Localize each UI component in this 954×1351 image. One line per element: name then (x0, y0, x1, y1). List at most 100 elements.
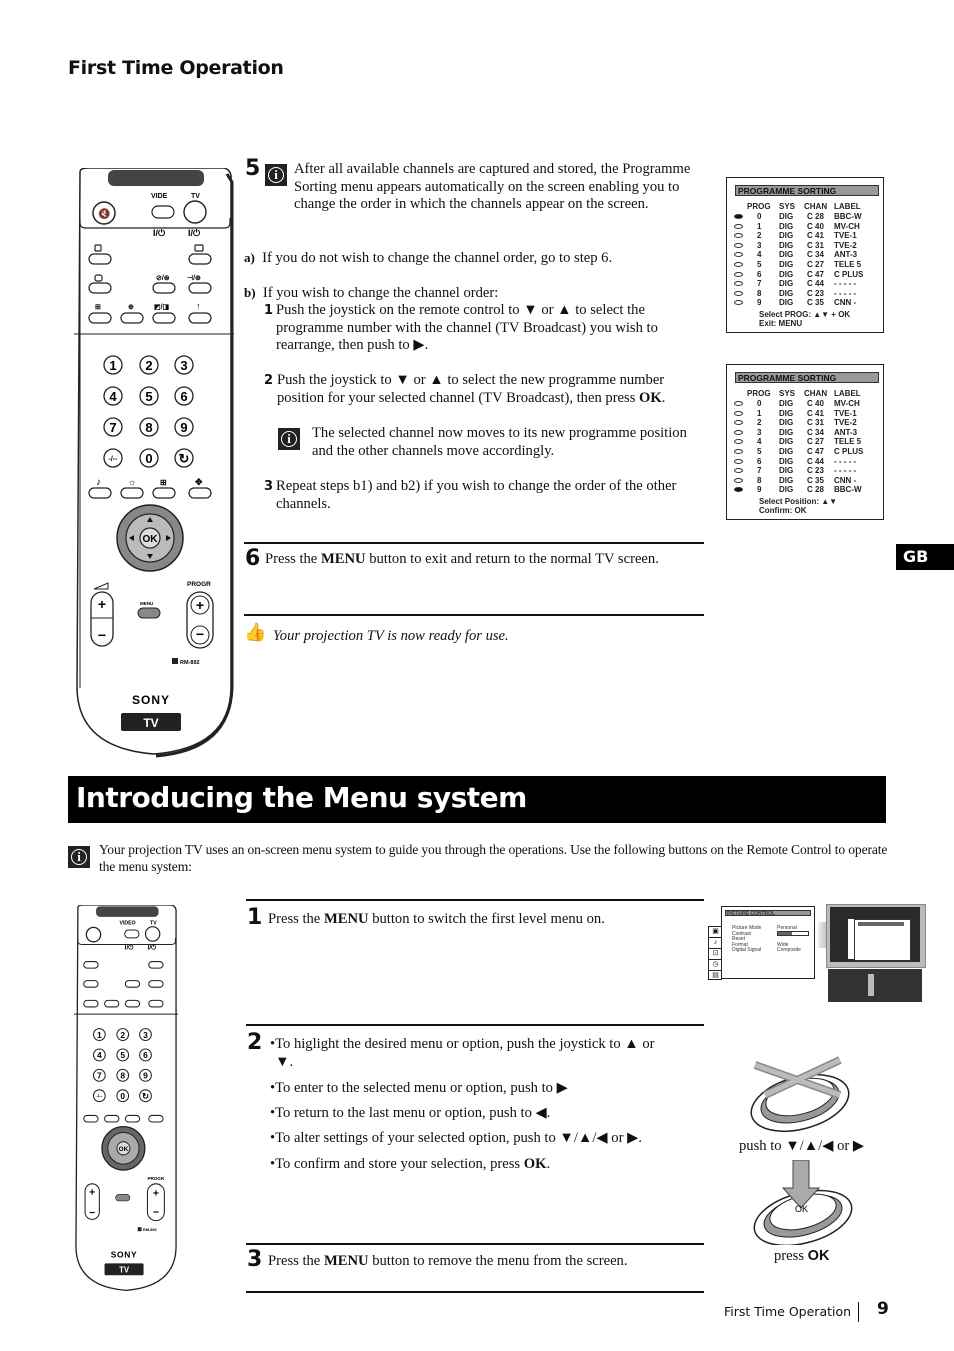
osd-channel-row: 2 DIG C 31 TVE-2 (727, 418, 883, 428)
svg-text:+: + (196, 597, 204, 613)
osd-cell: DIG (779, 447, 794, 456)
tv-label: TV (191, 193, 200, 200)
menu-icon-column: ▣ ♪ ⊡ ◷ ▤ (708, 926, 722, 980)
thumbs-up-icon: 👍 (244, 622, 267, 642)
svg-text:OK: OK (143, 534, 159, 545)
osd-cell: DIG (779, 418, 794, 428)
selection-indicator-icon (734, 252, 743, 258)
svg-text:I/⏻: I/⏻ (147, 944, 157, 952)
osd-cell: 5 (757, 260, 762, 269)
page-number: 9 (877, 1299, 889, 1319)
svg-text:OK: OK (795, 1204, 808, 1214)
osd-channel-row: 1 DIG C 41 TVE-1 (727, 409, 883, 419)
osd-cell: C 40 (807, 221, 824, 231)
svg-text:9: 9 (180, 420, 187, 435)
osd-footer: Select Position: ▲▼ Confirm: OK (759, 497, 838, 515)
osd-cell: DIG (779, 475, 794, 485)
osd-cell: 9 (757, 485, 762, 495)
svg-text:1: 1 (109, 358, 116, 373)
selection-indicator-icon (734, 300, 743, 306)
svg-text:RM-892: RM-892 (180, 660, 200, 666)
osd-cell: DIG (779, 260, 794, 269)
osd-cell: DIG (779, 231, 794, 241)
selection-indicator-icon (734, 401, 743, 406)
osd-cell: DIG (779, 279, 794, 289)
osd-cell: ANT-3 (834, 250, 858, 260)
osd-channel-row: 6 DIG C 44 - - - - - (727, 457, 883, 467)
svg-text:OK: OK (119, 1146, 129, 1153)
osd-channel-row: 0 DIG C 28 BBC-W (727, 212, 883, 222)
selection-indicator-icon (734, 477, 743, 483)
picture-control-item-label: Digital Signal (732, 947, 762, 953)
osd-channel-row: 1 DIG C 40 MV-CH (727, 222, 883, 232)
osd-header-cell: PROG (747, 202, 771, 211)
svg-text:⊣/⊕: ⊣/⊕ (187, 274, 201, 282)
svg-text:−: − (89, 1208, 95, 1219)
osd-cell: TELE 5 (834, 260, 862, 269)
osd-cell: 5 (757, 447, 762, 456)
step-5a-label: a) (244, 250, 255, 265)
svg-text:4: 4 (109, 389, 117, 404)
contrast-slider (777, 931, 809, 936)
footer-section-label: First Time Operation (724, 1304, 852, 1319)
page-header-title: First Time Operation (68, 57, 284, 79)
svg-text:🔇: 🔇 (98, 207, 110, 220)
osd-cell: C 23 (807, 288, 824, 298)
svg-text:-/--: -/-- (96, 1094, 102, 1099)
osd-channel-row: 3 DIG C 31 TVE-2 (727, 241, 883, 251)
osd-header-row: PROG SYS CHAN LABEL (727, 202, 883, 212)
svg-text:−: − (196, 626, 204, 642)
osd-cell: C 28 (807, 485, 824, 495)
osd-header-cell: PROG (747, 389, 771, 398)
selection-indicator-icon (734, 410, 743, 416)
osd-channel-row: 2 DIG C 41 TVE-1 (727, 231, 883, 241)
osd-cell: DIG (779, 437, 794, 447)
osd-cell: C 28 (807, 212, 824, 221)
osd-cell: BBC-W (834, 212, 862, 221)
osd-cell: 2 (757, 418, 762, 428)
svg-text:↑: ↑ (196, 301, 201, 311)
svg-text:1: 1 (97, 1030, 102, 1040)
osd-cell: C 41 (807, 231, 824, 241)
svg-text:7: 7 (97, 1071, 102, 1081)
svg-text:0: 0 (120, 1091, 125, 1101)
osd-cell: 6 (757, 269, 762, 279)
osd-channel-row: 6 DIG C 47 C PLUS (727, 270, 883, 280)
osd-cell: - - - - - (834, 456, 857, 466)
svg-text:↻: ↻ (179, 451, 190, 466)
svg-text:PROGR: PROGR (187, 581, 211, 588)
svg-text:3: 3 (180, 358, 187, 373)
bullet-item: • To higlight the desired menu or option,… (270, 1036, 655, 1070)
osd-cell: CNN - (834, 475, 857, 485)
osd-header-cell: SYS (779, 389, 796, 398)
osd-cell: CNN - (834, 298, 857, 308)
osd-channel-row: 9 DIG C 35 CNN - (727, 298, 883, 308)
selection-indicator-icon (734, 487, 743, 493)
footer-separator (858, 1302, 859, 1322)
selection-indicator-icon (734, 458, 743, 464)
osd-cell: MV-CH (834, 399, 860, 408)
osd-cell: 1 (757, 408, 762, 418)
svg-text:⊘/⊛: ⊘/⊛ (156, 275, 170, 282)
selection-indicator-icon (734, 290, 743, 296)
svg-text:MENU: MENU (140, 601, 153, 606)
step-5b: b) If you wish to change the channel ord… (244, 284, 498, 303)
svg-text:7: 7 (109, 420, 116, 435)
svg-text:TV: TV (143, 716, 158, 730)
selection-indicator-icon (734, 271, 743, 277)
osd-header-row: PROG SYS CHAN LABEL (727, 389, 883, 399)
osd-channel-row: 4 DIG C 34 ANT-3 (727, 250, 883, 260)
bullet-item: • To confirm and store your selection, pr… (270, 1155, 551, 1172)
contrast-slider-fill (778, 932, 792, 935)
menu-step-1-text: Press the MENU button to switch the firs… (268, 911, 605, 927)
language-tab-label: GB (903, 547, 929, 566)
joystick-pad: OK (116, 504, 184, 572)
programme-sorting-osd-after: PROGRAMME SORTING PROG SYS CHAN LABEL 0 DIG C 4… (726, 364, 884, 520)
osd-channel-row: 0 DIG C 40 MV-CH (727, 399, 883, 409)
divider (246, 899, 704, 901)
osd-cell: 3 (757, 240, 762, 250)
svg-text:4: 4 (97, 1050, 102, 1060)
osd-cell: C 23 (807, 466, 824, 476)
ready-note: Your projection TV is now ready for use. (273, 628, 509, 644)
osd-cell: DIG (779, 485, 794, 495)
